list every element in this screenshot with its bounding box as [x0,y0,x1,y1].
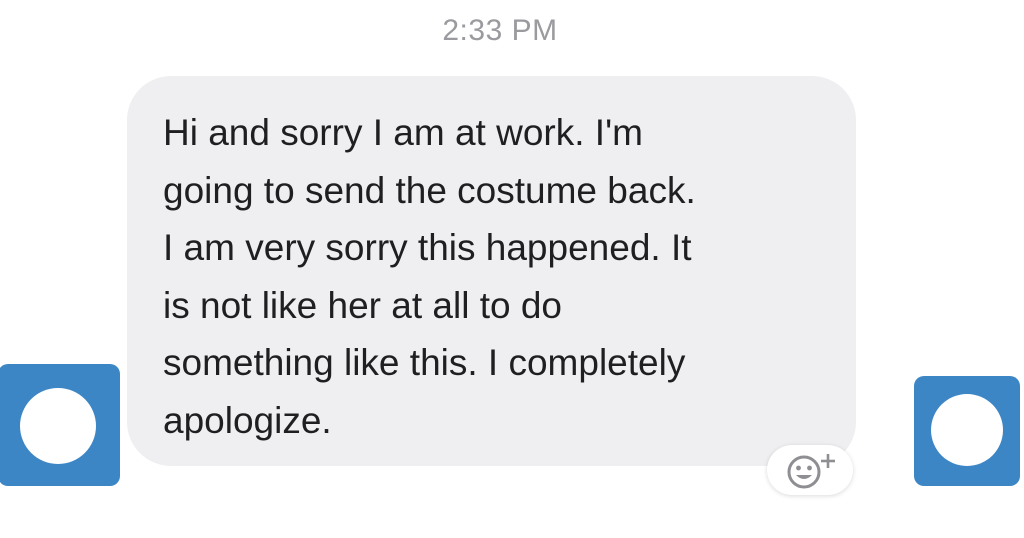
message-line: apologize. [163,399,332,441]
add-reaction-button[interactable] [767,445,853,495]
recipient-avatar[interactable] [914,376,1020,486]
message-line: something like this. I completely [163,342,686,383]
avatar-icon [20,388,96,464]
sender-avatar[interactable] [0,364,120,486]
message-bubble[interactable]: Hi and sorry I am at work. I'm going to … [127,76,856,466]
message-line: going to send the costume back. [163,169,696,211]
message-timestamp: 2:33 PM [442,14,558,47]
message-line: Hi and sorry I am at work. I'm [163,112,643,153]
avatar-icon [931,394,1003,466]
message-line: is not like her at all to do [163,284,562,326]
add-reaction-icon [787,454,835,489]
message-line: I am very sorry this happened. It [163,227,692,268]
